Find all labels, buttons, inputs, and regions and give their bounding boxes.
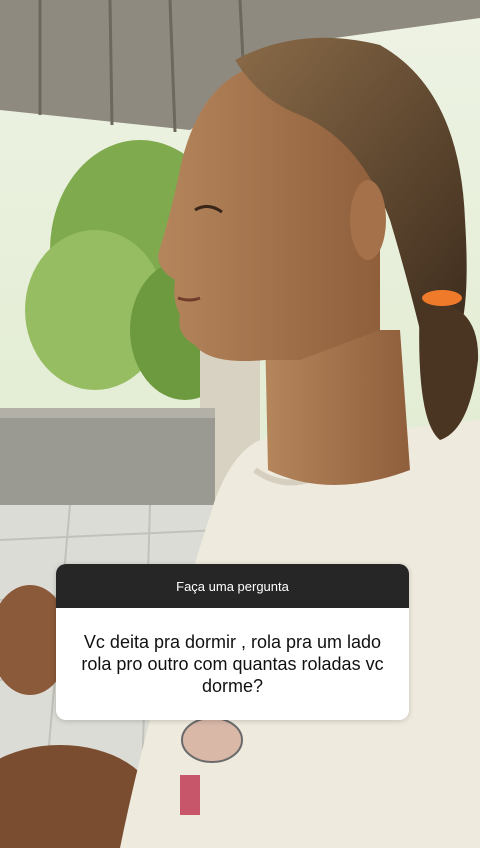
question-sticker[interactable]: Faça uma pergunta Vc deita pra dormir , …: [56, 564, 409, 720]
question-sticker-header: Faça uma pergunta: [56, 564, 409, 608]
question-text: Vc deita pra dormir , rola pra um lado r…: [56, 608, 409, 720]
photo-illustration: [0, 0, 480, 848]
story-background-photo: [0, 0, 480, 848]
